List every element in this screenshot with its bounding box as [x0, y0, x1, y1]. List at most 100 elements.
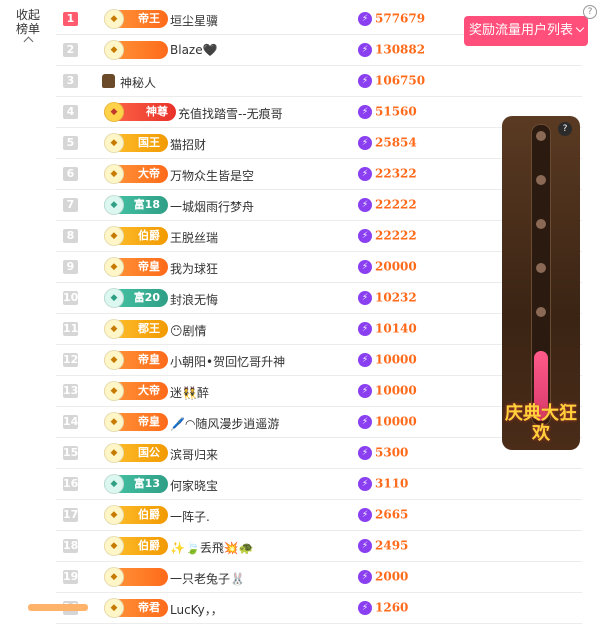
- level-badge: ◆ 帝皇: [104, 257, 168, 277]
- lightning-icon: ⚡: [358, 569, 372, 584]
- reward-user-list-button[interactable]: 奖励流量用户列表: [464, 16, 588, 46]
- score: ⚡ 5300: [358, 445, 408, 460]
- rank-number: 15: [63, 446, 79, 460]
- badge-crest-icon: ◆: [104, 40, 124, 60]
- level-badge: ◆: [104, 567, 168, 587]
- level-badge: ◆ 国王: [104, 133, 168, 153]
- score: ⚡ 1260: [358, 600, 408, 615]
- rank-number: 18: [63, 539, 79, 553]
- user-name[interactable]: 封浪无悔: [170, 291, 218, 308]
- score-value: 130882: [375, 42, 426, 57]
- user-name[interactable]: 万物众生皆是空: [170, 167, 254, 184]
- level-badge: ◆ 帝皇: [104, 350, 168, 370]
- leaderboard-row[interactable]: 18 ◆ 伯爵 ✨🍃丢飛💥🐢 ⚡ 2495: [56, 531, 582, 562]
- badge-crest-icon: ◆: [104, 412, 124, 432]
- badge-crest-icon: ◆: [104, 350, 124, 370]
- user-name[interactable]: 小朝阳•贺回忆哥升神: [170, 353, 285, 370]
- score: ⚡ 2495: [358, 538, 408, 553]
- user-name[interactable]: 何家晓宝: [170, 477, 218, 494]
- level-badge: ◆: [104, 40, 168, 60]
- score: ⚡ 130882: [358, 42, 425, 57]
- badge-crest-icon: ◆: [104, 102, 124, 122]
- badge-crest-icon: ◆: [104, 9, 124, 29]
- score-value: 2495: [375, 538, 409, 553]
- chevron-up-icon: [23, 36, 33, 47]
- score-value: 10000: [375, 352, 417, 367]
- user-name[interactable]: 王脱丝瑞: [170, 229, 218, 246]
- score: ⚡ 10000: [358, 383, 417, 398]
- score-value: 20000: [375, 259, 417, 274]
- lightning-icon: ⚡: [358, 507, 372, 522]
- lightning-icon: ⚡: [358, 135, 372, 150]
- user-name[interactable]: 一阵子.: [170, 508, 210, 525]
- level-badge: ◆ 富20: [104, 288, 168, 308]
- progress-dot: [536, 175, 546, 185]
- user-name[interactable]: 一只老兔子🐰: [170, 570, 245, 587]
- lightning-icon: ⚡: [358, 11, 372, 26]
- progress-track: [531, 124, 551, 426]
- badge-label: 大帝: [138, 167, 160, 180]
- score: ⚡ 10000: [358, 352, 417, 367]
- score-value: 51560: [375, 104, 417, 119]
- leaderboard-row[interactable]: 16 ◆ 富13 何家晓宝 ⚡ 3110: [56, 469, 582, 500]
- user-name[interactable]: 神秘人: [120, 74, 156, 91]
- user-name[interactable]: LucKy，，: [170, 601, 223, 618]
- collapse-list-toggle[interactable]: 收起 榜单: [6, 8, 50, 47]
- user-name[interactable]: 我为球狂: [170, 260, 218, 277]
- user-name[interactable]: 迷👯醉: [170, 384, 209, 401]
- collapse-label-line1: 收起: [15, 8, 40, 22]
- progress-dot: [536, 219, 546, 229]
- badge-crest-icon: ◆: [104, 288, 124, 308]
- progress-dot: [536, 131, 546, 141]
- lightning-icon: ⚡: [358, 538, 372, 553]
- user-name[interactable]: 充值找踏雪--无痕哥: [178, 105, 283, 122]
- badge-label: 帝皇: [138, 353, 160, 366]
- badge-label: 国公: [138, 446, 160, 459]
- celebration-widget[interactable]: ? 庆典大狂欢: [502, 116, 580, 450]
- user-name[interactable]: 垣尘星骥: [170, 12, 218, 29]
- widget-help-icon[interactable]: ?: [558, 122, 572, 136]
- score-value: 5300: [375, 445, 409, 460]
- leaderboard-row[interactable]: 17 ◆ 伯爵 一阵子. ⚡ 2665: [56, 500, 582, 531]
- collapse-label-line2: 榜单: [15, 22, 40, 36]
- score: ⚡ 2665: [358, 507, 408, 522]
- user-name[interactable]: ✨🍃丢飛💥🐢: [170, 539, 254, 556]
- user-name[interactable]: 猫招财: [170, 136, 206, 153]
- level-badge: ◆ 富18: [104, 195, 168, 215]
- rank-number: 12: [63, 353, 79, 367]
- reward-button-label: 奖励流量用户列表: [468, 23, 573, 38]
- score-value: 2665: [375, 507, 409, 522]
- score: ⚡ 25854: [358, 135, 417, 150]
- rank-number: 11: [63, 322, 79, 336]
- lightning-icon: ⚡: [358, 352, 372, 367]
- leaderboard-row[interactable]: 3 神秘人 ⚡ 106750: [56, 66, 582, 97]
- badge-crest-icon: ◆: [104, 164, 124, 184]
- user-name[interactable]: 🖊️◠随风漫步逍遥游: [170, 415, 279, 432]
- user-name[interactable]: 一城烟雨行梦舟: [170, 198, 254, 215]
- badge-crest-icon: ◆: [104, 133, 124, 153]
- badge-label: 帝王: [138, 12, 160, 25]
- level-badge: ◆ 国公: [104, 443, 168, 463]
- help-icon[interactable]: ?: [583, 5, 597, 19]
- rank-number: 13: [63, 384, 79, 398]
- mystery-user-icon: [102, 74, 115, 88]
- user-name[interactable]: 😶剧情: [170, 322, 207, 339]
- badge-label: 伯爵: [138, 229, 160, 242]
- user-name[interactable]: 滨哥归来: [170, 446, 218, 463]
- footer-bar: [28, 604, 88, 611]
- leaderboard-row[interactable]: 20◆帝君LucKy，，⚡1260: [56, 593, 582, 624]
- leaderboard-row[interactable]: 19 ◆ 一只老兔子🐰 ⚡ 2000: [56, 562, 582, 593]
- score-value: 106750: [375, 73, 426, 88]
- level-badge: ◆ 神尊: [104, 102, 176, 122]
- badge-crest-icon: ◆: [104, 319, 124, 339]
- level-badge: ◆ 伯爵: [104, 536, 168, 556]
- score-value: 10000: [375, 383, 417, 398]
- badge-label: 伯爵: [138, 539, 160, 552]
- badge-label: 国王: [138, 136, 160, 149]
- rank-number: 7: [63, 198, 78, 212]
- lightning-icon: ⚡: [358, 414, 372, 429]
- user-name[interactable]: Blaze🖤: [170, 43, 218, 57]
- badge-label: 富13: [133, 477, 160, 490]
- celebration-logo: 庆典大狂欢: [505, 403, 577, 444]
- level-badge: ◆ 伯爵: [104, 226, 168, 246]
